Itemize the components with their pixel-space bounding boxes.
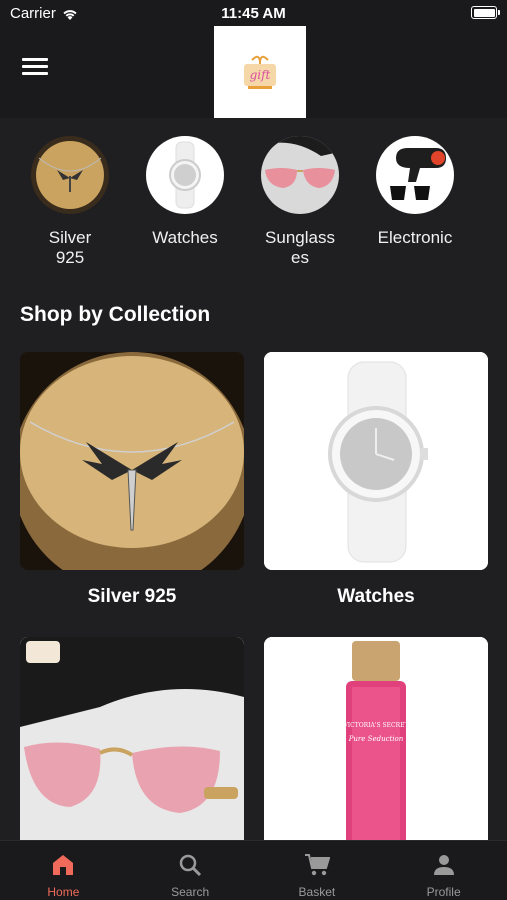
battery-icon (471, 6, 500, 19)
navigation-bar: gift (0, 26, 507, 118)
card-label: Silver 925 (87, 586, 177, 607)
hamburger-icon (22, 58, 48, 61)
tab-basket[interactable]: Basket (254, 841, 381, 900)
sunglasses-thumbnail (261, 136, 339, 214)
category-label: Electronic (377, 228, 453, 247)
collection-card-sunglasses[interactable] (20, 637, 244, 855)
svg-text:Pure Seduction: Pure Seduction (348, 735, 404, 743)
sunglasses-image (20, 637, 244, 855)
tab-label: Search (171, 885, 210, 899)
watches-image (264, 352, 488, 570)
tab-label: Profile (426, 885, 461, 899)
svg-text:VICTORIA'S SECRET: VICTORIA'S SECRET (342, 722, 408, 729)
status-bar: Carrier 11:45 AM (0, 0, 507, 26)
silver-thumbnail (31, 136, 109, 214)
category-label: Watches (152, 228, 218, 247)
collection-card-watches[interactable]: Watches (264, 352, 488, 608)
svg-text:gift: gift (250, 68, 271, 82)
category-sunglasses[interactable]: Sunglasses (245, 136, 355, 268)
electronic-thumbnail (376, 136, 454, 214)
category-electronic[interactable]: Electronic (360, 136, 470, 248)
menu-button[interactable] (22, 58, 48, 80)
section-title: Shop by Collection (20, 303, 211, 326)
search-icon (179, 854, 202, 877)
tab-bar: Home Search Basket Profile (0, 840, 507, 900)
app-logo: gift (214, 26, 306, 118)
home-icon (53, 855, 74, 875)
watches-thumbnail (146, 136, 224, 214)
fragrance-image: VICTORIA'S SECRET Pure Seduction (264, 637, 488, 855)
category-label: Sunglasses (265, 228, 335, 267)
tab-label: Home (47, 885, 80, 899)
category-label: Silver 925 (48, 228, 92, 267)
cart-icon (304, 854, 330, 876)
category-row: Silver 925 Watches Sunglasses Electronic (0, 136, 507, 268)
tab-profile[interactable]: Profile (380, 841, 507, 900)
tab-search[interactable]: Search (127, 841, 254, 900)
tab-home[interactable]: Home (0, 841, 127, 900)
profile-icon (433, 855, 454, 875)
silver-image (20, 352, 244, 570)
card-label: Watches (337, 586, 415, 607)
category-silver[interactable]: Silver 925 (15, 136, 125, 268)
collection-card-fragrance[interactable]: VICTORIA'S SECRET Pure Seduction (264, 637, 488, 855)
category-watches[interactable]: Watches (130, 136, 240, 248)
tab-label: Basket (298, 885, 336, 899)
status-time: 11:45 AM (221, 5, 286, 22)
gift-logo-icon: gift (244, 55, 276, 89)
collection-card-silver[interactable]: Silver 925 (20, 352, 244, 608)
